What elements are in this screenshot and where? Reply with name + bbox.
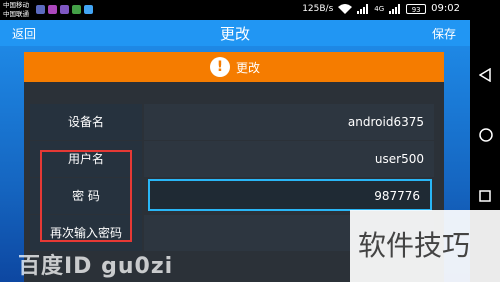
app-bar: 返回 更改 保存 xyxy=(0,20,470,46)
page-title: 更改 xyxy=(219,25,250,43)
network-speed: 125B/s xyxy=(302,3,334,14)
watermark-right-text: 软件技巧 xyxy=(358,229,471,262)
signal-bars-icon xyxy=(389,3,401,14)
clock: 09:02 xyxy=(431,3,460,14)
app-notification-icon xyxy=(84,5,93,14)
highlight-box xyxy=(40,150,132,242)
watermark-left: 百度ID gu0zi xyxy=(18,254,174,279)
dialog-title: 更改 xyxy=(236,61,261,75)
back-nav-icon[interactable] xyxy=(479,68,491,82)
network-4g: 4G xyxy=(374,4,385,13)
status-right: 125B/s 4G 93 09:02 xyxy=(302,3,460,14)
app-notification-icon xyxy=(48,5,57,14)
device-name-field[interactable]: android6375 xyxy=(144,104,434,140)
watermark-right: 软件技巧 xyxy=(350,210,500,282)
carrier-1: 中国移动 xyxy=(3,1,29,9)
battery-icon: 93 xyxy=(406,3,427,14)
home-nav-icon[interactable] xyxy=(479,128,493,142)
app-notification-icon xyxy=(36,5,45,14)
device-name-row: 设备名 android6375 xyxy=(30,104,434,140)
username-field[interactable]: user500 xyxy=(144,141,434,177)
wifi-icon xyxy=(338,3,353,14)
save-button[interactable]: 保存 xyxy=(432,25,456,42)
status-bar: 中国移动 中国联通 125B/s 4G 93 09:02 xyxy=(0,0,470,20)
signal-bars-icon xyxy=(357,3,369,14)
recent-apps-nav-icon[interactable] xyxy=(479,190,491,202)
notification-icons xyxy=(36,5,93,14)
device-name-label: 设备名 xyxy=(30,104,142,140)
phone-icon xyxy=(72,5,81,14)
password-field[interactable]: 987776 xyxy=(148,179,432,211)
carrier-info: 中国移动 中国联通 xyxy=(3,1,29,19)
carrier-2: 中国联通 xyxy=(3,10,29,18)
app-notification-icon xyxy=(60,5,69,14)
alert-icon: ! xyxy=(210,57,230,77)
dialog-header: ! 更改 xyxy=(24,52,444,82)
